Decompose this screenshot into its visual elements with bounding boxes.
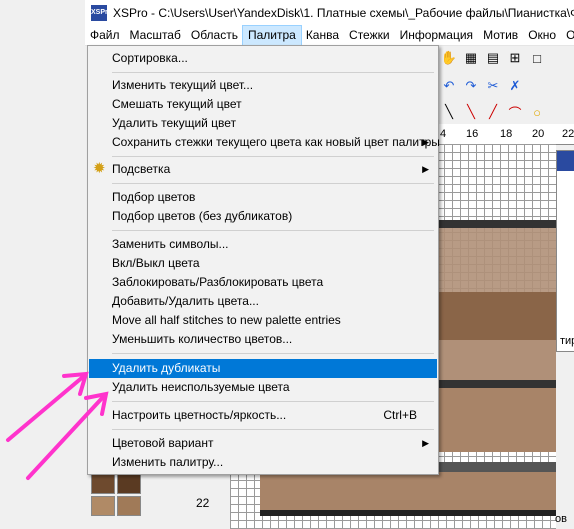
annotation-arrow <box>26 391 109 480</box>
annotation-arrows <box>6 371 109 480</box>
